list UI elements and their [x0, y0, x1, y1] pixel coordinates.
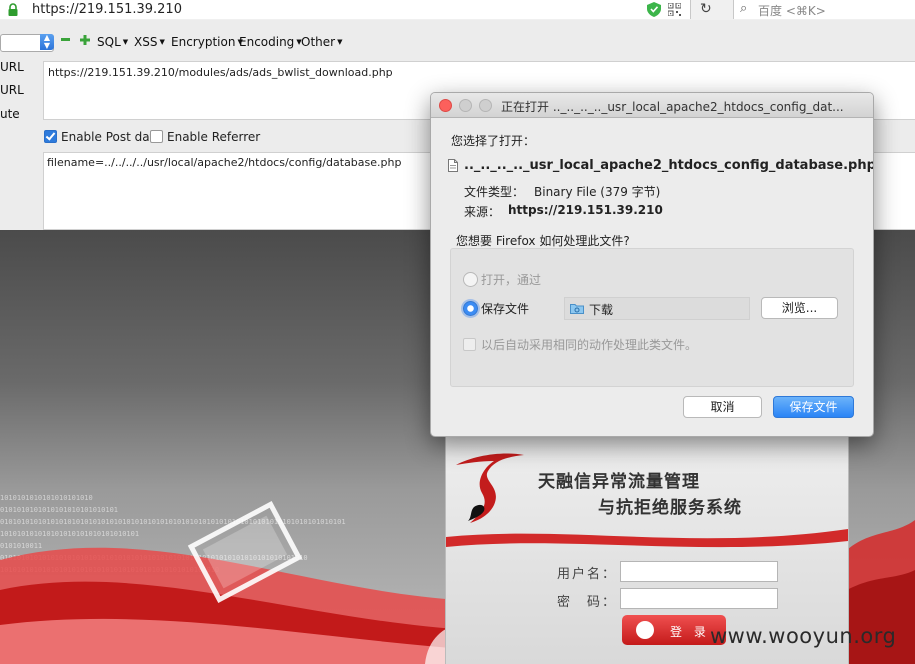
save-file-button[interactable]: 保存文件 — [773, 396, 854, 418]
menu-encoding[interactable]: Encoding ▼ — [239, 35, 302, 49]
search-input[interactable]: ⌕ 百度 <⌘K> — [733, 0, 915, 19]
plus-icon[interactable] — [80, 35, 90, 45]
file-name: .._.._.._.._usr_local_apache2_htdocs_con… — [464, 158, 874, 173]
save-file-radio[interactable] — [463, 301, 478, 316]
username-input[interactable] — [620, 561, 778, 582]
open-with-radio[interactable] — [463, 272, 478, 287]
search-icon: ⌕ — [740, 1, 748, 16]
dialog-titlebar[interactable]: 正在打开 .._.._.._.._usr_local_apache2_htdoc… — [431, 93, 873, 118]
address-text: https://219.151.39.210 — [32, 2, 182, 17]
download-folder-label: 下载 — [589, 303, 614, 317]
post-data-value: filename=../../../../usr/local/apache2/h… — [47, 156, 402, 169]
caret-down-icon: ▼ — [159, 38, 165, 46]
menu-encryption[interactable]: Encryption ▼ — [171, 35, 243, 49]
enable-referrer-checkbox[interactable]: Enable Referrer — [150, 130, 260, 144]
file-type-label: 文件类型： — [464, 185, 525, 199]
split-url-label[interactable]: URL — [0, 83, 24, 97]
download-dialog: 正在打开 .._.._.._.._usr_local_apache2_htdoc… — [430, 92, 874, 437]
download-folder-icon — [570, 304, 584, 314]
source-value: https://219.151.39.210 — [508, 203, 663, 217]
menu-xss[interactable]: XSS ▼ — [134, 35, 165, 49]
chevron-updown-icon[interactable]: ▲ ▼ — [40, 34, 54, 50]
action-question: 您想要 Firefox 如何处理此文件? — [456, 234, 630, 248]
cancel-button[interactable]: 取消 — [683, 396, 762, 418]
minimize-icon[interactable] — [459, 99, 472, 112]
remember-choice-label[interactable]: 以后自动采用相同的动作处理此类文件。 — [481, 336, 697, 353]
hackbar-select[interactable]: ▲ ▼ — [0, 34, 54, 52]
login-button-label: 登 录 — [670, 625, 710, 639]
save-file-label[interactable]: 保存文件 — [481, 300, 529, 317]
maximize-icon[interactable] — [479, 99, 492, 112]
shield-icon[interactable] — [647, 2, 661, 17]
checkbox-unchecked-icon[interactable] — [150, 130, 163, 143]
username-label: 用户名： — [557, 567, 618, 582]
topsec-logo-icon — [456, 453, 524, 523]
browse-button[interactable]: 浏览... — [761, 297, 838, 319]
lock-icon — [8, 3, 18, 16]
login-title-line2: 与抗拒绝服务系统 — [598, 498, 742, 518]
close-icon[interactable] — [439, 99, 452, 112]
open-with-label[interactable]: 打开，通过 — [481, 271, 541, 288]
download-folder-field[interactable]: 下载 — [564, 297, 750, 320]
watermark: www.wooyun.org — [710, 624, 897, 648]
menu-other[interactable]: Other ▼ — [301, 35, 342, 49]
url-textarea-value: https://219.151.39.210/modules/ads/ads_b… — [48, 66, 393, 79]
dialog-intro: 您选择了打开： — [451, 134, 536, 148]
dialog-title: 正在打开 .._.._.._.._usr_local_apache2_htdoc… — [501, 100, 844, 114]
enable-post-checkbox[interactable]: Enable Post data — [44, 130, 162, 144]
checkbox-checked-icon[interactable] — [44, 130, 57, 143]
address-bar[interactable]: https://219.151.39.210 — [0, 0, 691, 19]
login-title-line1: 天融信异常流量管理 — [538, 472, 700, 492]
qr-code-icon[interactable] — [668, 3, 681, 16]
load-url-label[interactable]: URL — [0, 60, 24, 74]
password-label: 密 码： — [557, 595, 618, 610]
execute-label[interactable]: ute — [0, 107, 20, 121]
source-label: 来源： — [464, 205, 501, 219]
login-stripe-decoration — [446, 529, 848, 548]
reload-icon[interactable]: ↻ — [700, 1, 712, 17]
file-type-value: Binary File (379 字节) — [534, 185, 661, 199]
caret-down-icon: ▼ — [122, 38, 129, 46]
password-input[interactable] — [620, 588, 778, 609]
minus-icon[interactable] — [61, 35, 70, 44]
browser-toolbar: https://219.151.39.210 ↻ ⌕ 百度 <⌘K> — [0, 0, 915, 21]
search-placeholder: 百度 <⌘K> — [758, 4, 826, 18]
user-icon — [636, 621, 654, 639]
action-options: 打开，通过 保存文件 下载 浏览... 以后自动采用相同的动作处理此类文件。 — [450, 248, 854, 387]
caret-down-icon: ▼ — [337, 38, 343, 46]
menu-sql[interactable]: SQL ▼ — [97, 35, 128, 49]
remember-choice-checkbox[interactable] — [463, 338, 476, 351]
file-icon — [448, 159, 458, 172]
